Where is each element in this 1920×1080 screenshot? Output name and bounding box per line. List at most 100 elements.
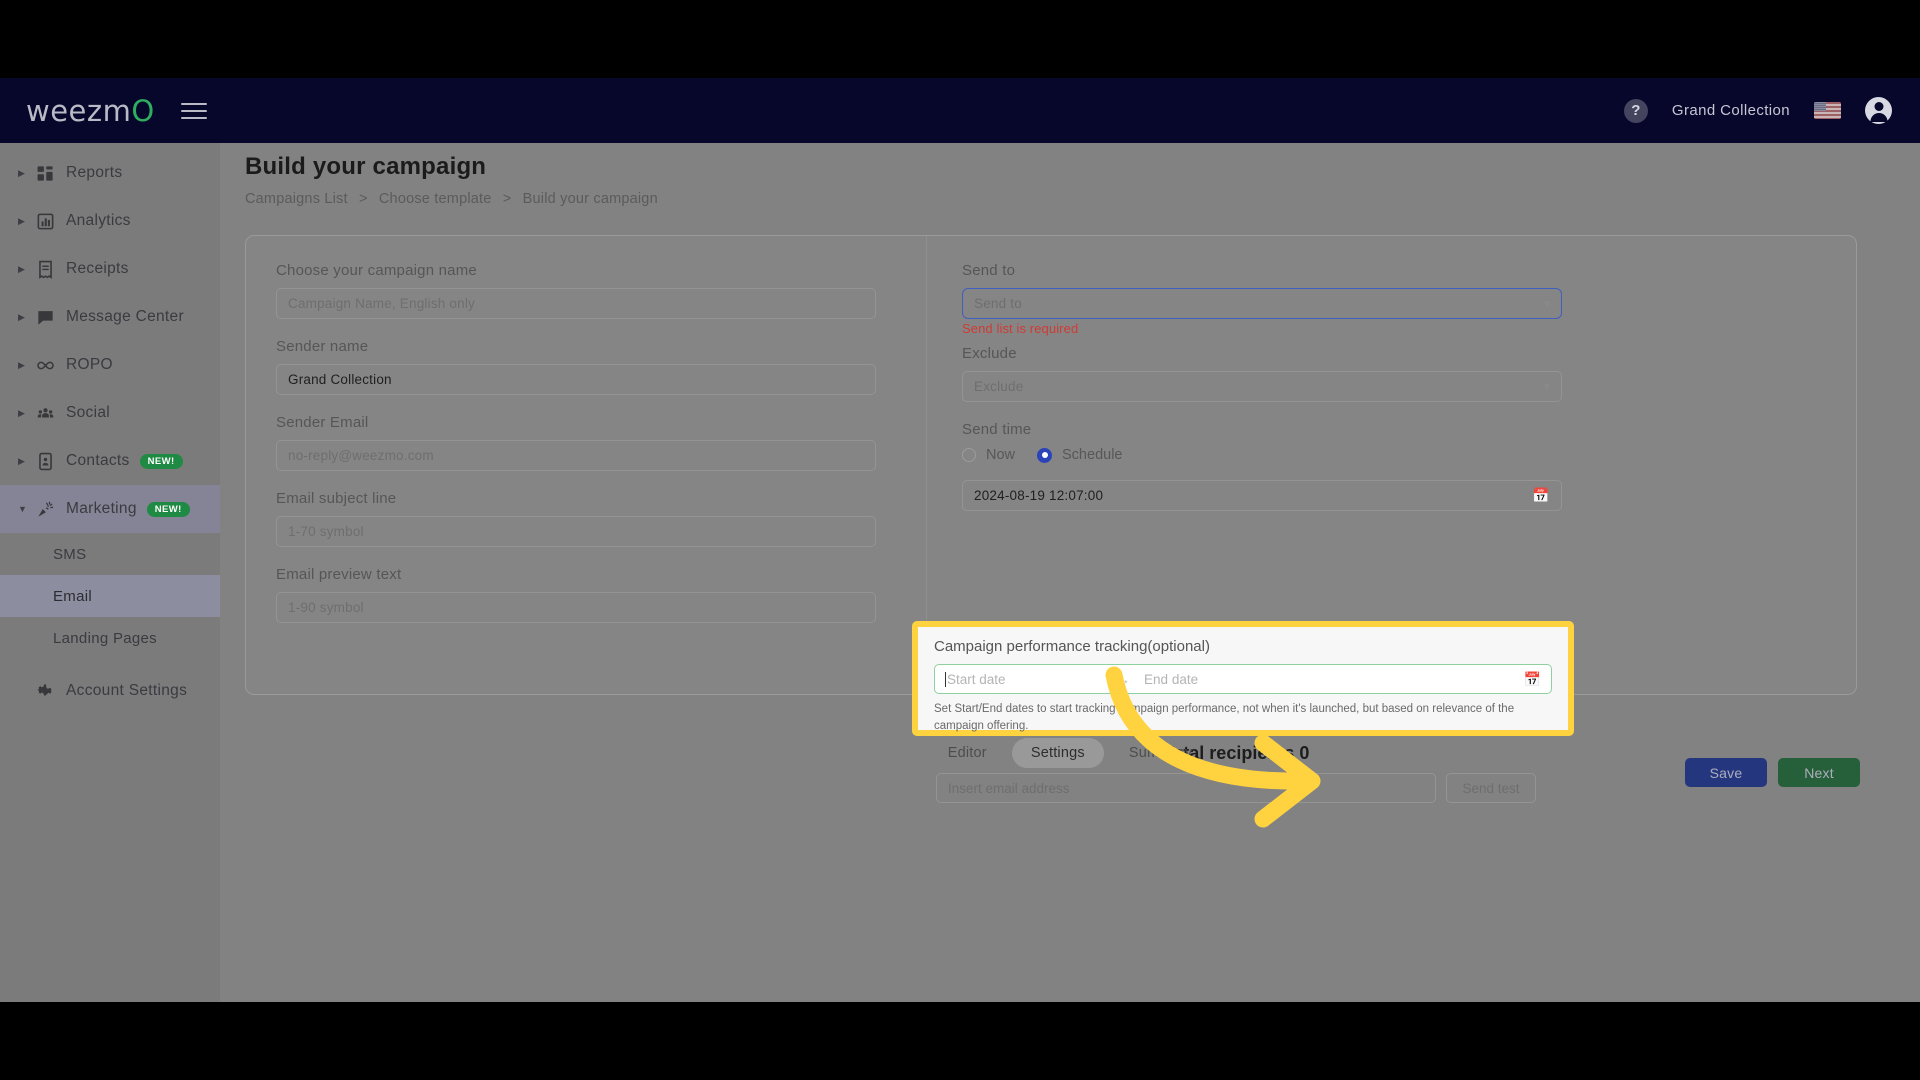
sidebar-subitem-landing-pages[interactable]: Landing Pages: [0, 617, 220, 659]
header-right-group: ? Grand Collection: [1623, 97, 1892, 124]
chevron-down-icon: ▾: [1544, 298, 1550, 310]
send-to-label: Send to: [962, 262, 1016, 279]
sidebar-item-label: Message Center: [66, 308, 184, 325]
sender-name-input[interactable]: Grand Collection: [276, 364, 876, 395]
us-flag-icon[interactable]: [1814, 102, 1841, 119]
schedule-datetime-value: 2024-08-19 12:07:00: [974, 488, 1104, 503]
test-email-input[interactable]: Insert email address: [936, 773, 1436, 803]
email-preview-input[interactable]: 1-90 symbol: [276, 592, 876, 623]
gear-icon: [32, 682, 58, 701]
sidebar-item-reports[interactable]: Reports: [0, 149, 220, 197]
new-badge: NEW!: [139, 453, 183, 469]
breadcrumb: Campaigns List > Choose template > Build…: [245, 191, 658, 207]
account-circle-icon[interactable]: [1865, 97, 1892, 124]
sidebar-item-message-center[interactable]: Message Center: [0, 293, 220, 341]
chevron-down-icon: [18, 505, 32, 514]
sidebar-item-receipts[interactable]: Receipts: [0, 245, 220, 293]
radio-now[interactable]: [962, 448, 976, 462]
page-title: Build your campaign: [245, 153, 487, 180]
start-date-placeholder: Start date: [947, 671, 1006, 687]
sender-email-label: Sender Email: [276, 414, 369, 431]
range-separator-icon: →: [1117, 671, 1131, 687]
text-cursor: [945, 671, 946, 687]
radio-schedule-label: Schedule: [1062, 447, 1123, 463]
breadcrumb-choose-template[interactable]: Choose template: [379, 191, 492, 207]
send-test-button[interactable]: Send test: [1446, 773, 1536, 803]
send-test-row: Insert email address Send test: [936, 773, 1536, 803]
breadcrumb-campaigns-list[interactable]: Campaigns List: [245, 191, 348, 207]
tracking-label: Campaign performance tracking(optional): [934, 638, 1210, 655]
email-subject-label: Email subject line: [276, 490, 397, 507]
chevron-right-icon: [18, 361, 32, 370]
chevron-right-icon: [18, 457, 32, 466]
sidebar-item-label: Marketing: [66, 500, 137, 517]
campaign-name-input[interactable]: Campaign Name, English only: [276, 288, 876, 319]
chevron-right-icon: [18, 409, 32, 418]
next-button[interactable]: Next: [1778, 758, 1860, 787]
sidebar-subitem-sms[interactable]: SMS: [0, 533, 220, 575]
help-icon[interactable]: ?: [1623, 98, 1648, 123]
sidebar-item-account-settings[interactable]: Account Settings: [0, 667, 220, 715]
brand-logo[interactable]: weezmO: [26, 94, 155, 128]
sidebar-item-ropo[interactable]: ROPO: [0, 341, 220, 389]
sidebar-nav: Reports Analytics Receipts Message Cente…: [0, 143, 220, 1002]
receipt-icon: [32, 260, 58, 279]
logo-text: weezmO: [26, 93, 155, 128]
browser-viewport: weezmO ? Grand Collection Reports: [0, 78, 1920, 1002]
tab-editor[interactable]: Editor: [929, 738, 1006, 768]
exclude-label: Exclude: [962, 345, 1017, 362]
footer-actions: Save Next: [1685, 758, 1860, 787]
exclude-select[interactable]: Exclude ▾: [962, 371, 1562, 402]
contact-card-icon: [32, 452, 58, 471]
send-time-label: Send time: [962, 421, 1032, 438]
save-button[interactable]: Save: [1685, 758, 1767, 787]
account-name-label: Grand Collection: [1671, 102, 1790, 119]
sidebar-item-analytics[interactable]: Analytics: [0, 197, 220, 245]
sidebar-item-social[interactable]: Social: [0, 389, 220, 437]
tracking-help-text: Set Start/End dates to start tracking ca…: [934, 703, 1515, 733]
campaign-performance-tracking-highlight: Campaign performance tracking(optional) …: [912, 621, 1574, 736]
radio-schedule[interactable]: [1037, 447, 1053, 463]
schedule-datetime-input[interactable]: 2024-08-19 12:07:00 📅: [962, 480, 1562, 511]
chevron-right-icon: [18, 217, 32, 226]
main-content: Build your campaign Campaigns List > Cho…: [220, 143, 1920, 1002]
left-form-column: Choose your campaign name Campaign Name,…: [276, 262, 876, 642]
send-to-placeholder: Send to: [974, 296, 1022, 311]
sidebar-item-label: Analytics: [66, 212, 131, 229]
sender-name-label: Sender name: [276, 338, 369, 355]
send-time-radio-group: Now Schedule: [962, 447, 1562, 463]
tab-summary[interactable]: Summary: [1110, 738, 1211, 768]
sidebar-item-label: Social: [66, 404, 111, 421]
chevron-right-icon: [18, 169, 32, 178]
megaphone-icon: [32, 500, 58, 519]
breadcrumb-separator: >: [358, 191, 368, 207]
sidebar-item-label: Receipts: [66, 260, 129, 277]
infinity-icon: [32, 356, 58, 375]
campaign-name-label: Choose your campaign name: [276, 262, 477, 279]
send-to-select[interactable]: Send to ▾: [962, 288, 1562, 319]
email-subject-input[interactable]: 1-70 symbol: [276, 516, 876, 547]
chevron-down-icon: ▾: [1544, 381, 1550, 393]
bar-chart-icon: [32, 212, 58, 231]
sidebar-item-label: Contacts: [66, 452, 130, 469]
hamburger-menu-icon[interactable]: [180, 102, 207, 119]
calendar-icon[interactable]: 📅: [1532, 487, 1550, 504]
chevron-right-icon: [18, 313, 32, 322]
sidebar-item-contacts[interactable]: Contacts NEW!: [0, 437, 220, 485]
chat-bubble-icon: [32, 308, 58, 327]
app-header: weezmO ? Grand Collection: [0, 78, 1920, 143]
dashboard-grid-icon: [32, 164, 58, 183]
sidebar-item-marketing[interactable]: Marketing NEW!: [0, 485, 220, 533]
calendar-icon[interactable]: 📅: [1524, 671, 1541, 688]
breadcrumb-build-your-campaign[interactable]: Build your campaign: [523, 191, 658, 207]
step-tabs: Editor Settings Summary: [220, 738, 1920, 768]
sidebar-subitem-email[interactable]: Email: [0, 575, 220, 617]
end-date-placeholder: End date: [1144, 671, 1199, 687]
tracking-date-range-input[interactable]: Start date → End date 📅: [934, 664, 1552, 694]
tab-settings[interactable]: Settings: [1011, 738, 1104, 768]
sender-email-input[interactable]: no-reply@weezmo.com: [276, 440, 876, 471]
chevron-right-icon: [18, 265, 32, 274]
breadcrumb-separator: >: [502, 191, 512, 207]
logo-accent-icon: O: [131, 93, 155, 128]
sidebar-item-label: Reports: [66, 164, 123, 181]
